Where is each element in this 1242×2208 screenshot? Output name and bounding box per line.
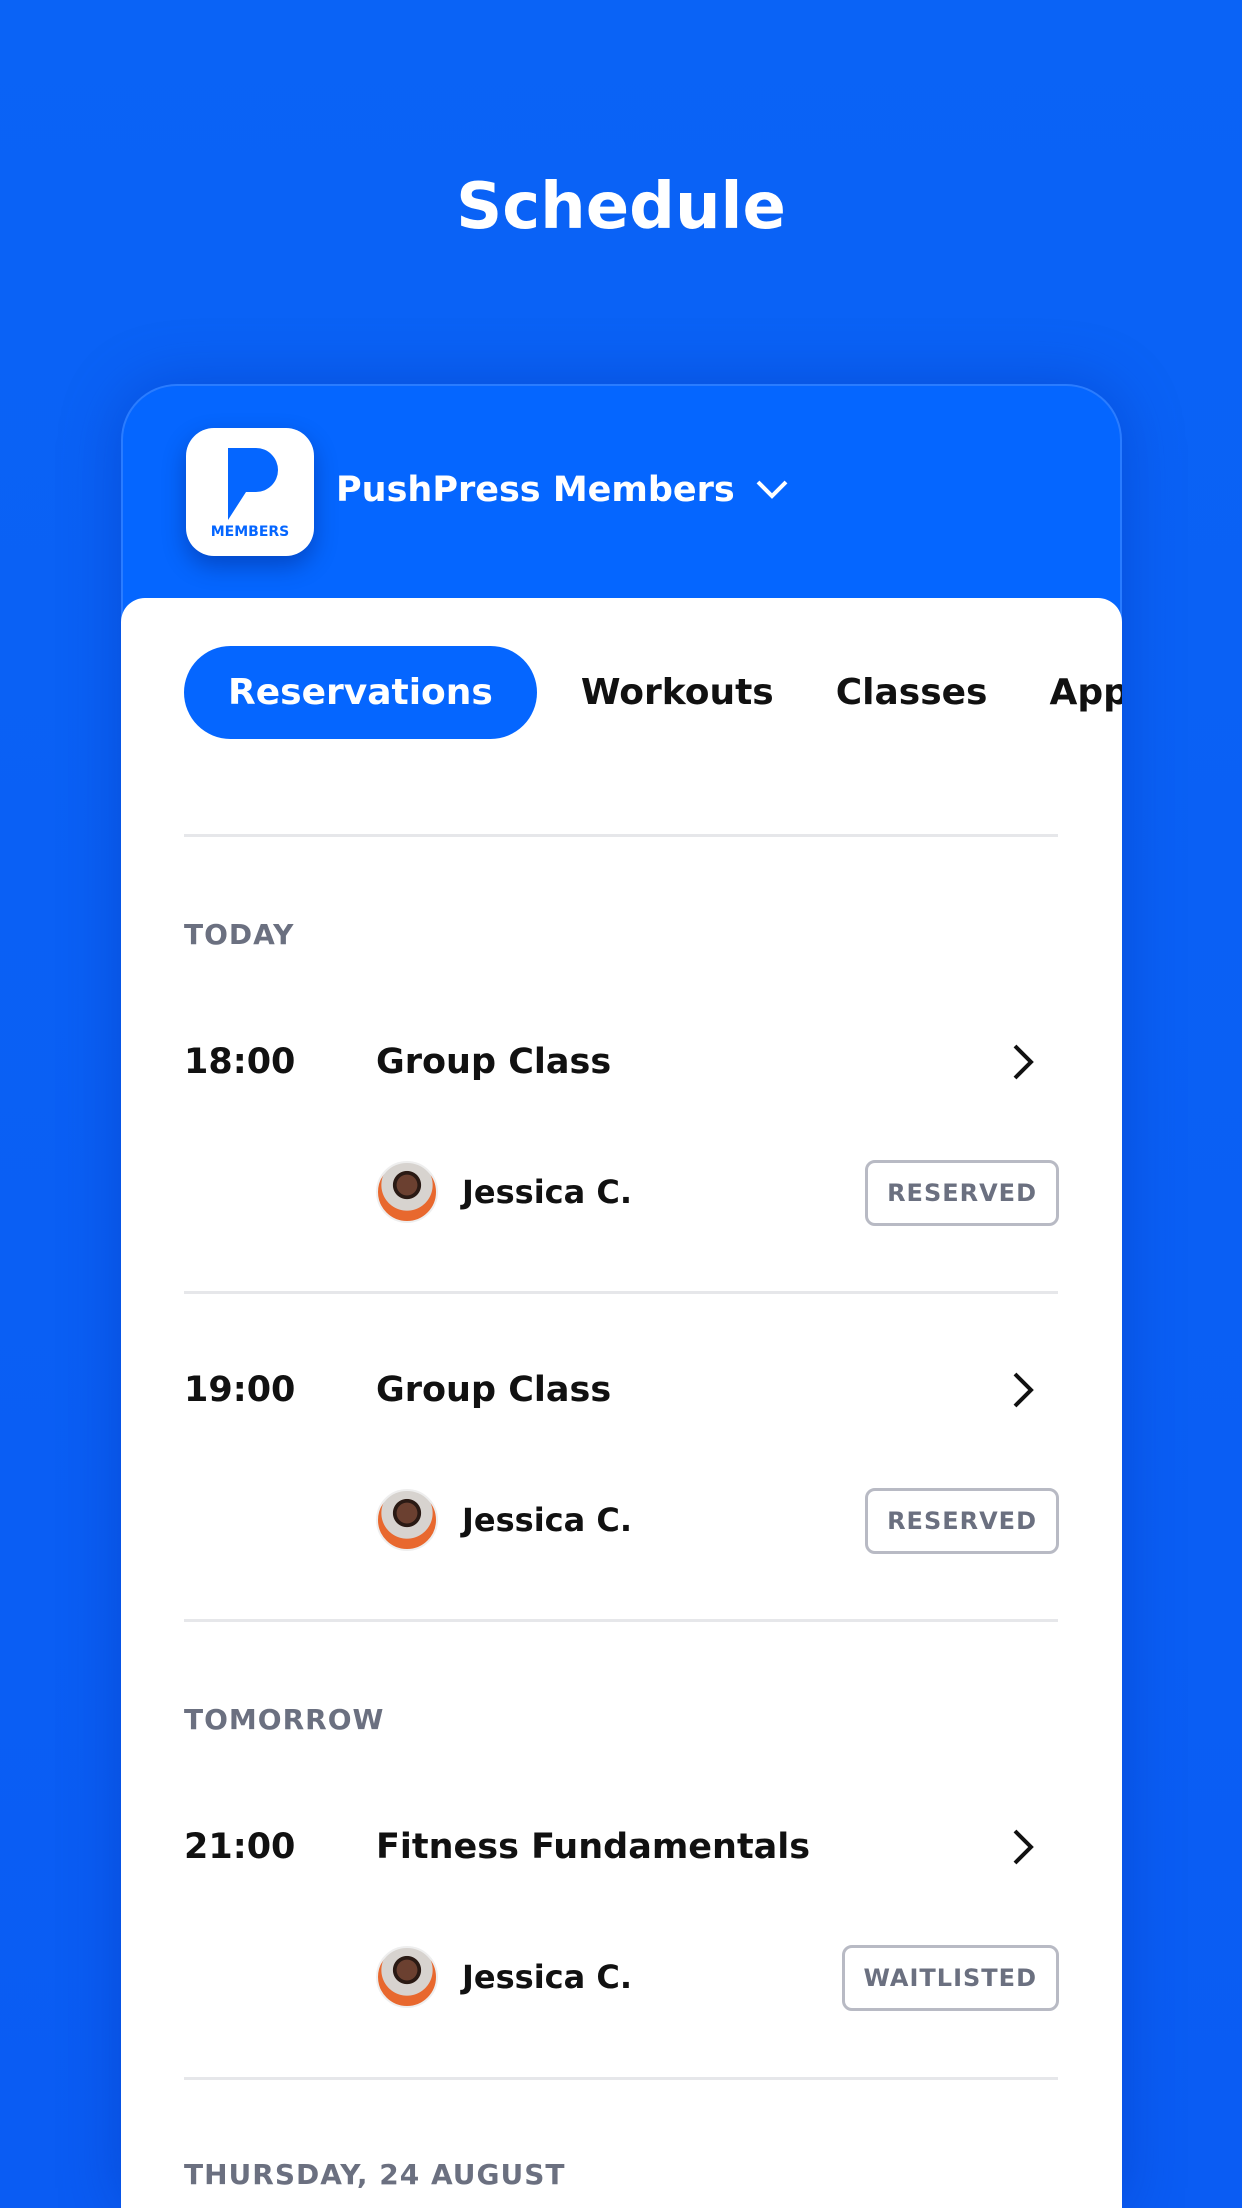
chevron-right-icon[interactable] bbox=[1011, 1043, 1035, 1081]
divider bbox=[184, 1619, 1058, 1622]
logo-text: MEMBERS bbox=[210, 524, 290, 540]
member-name: Jessica C. bbox=[462, 1501, 633, 1539]
class-name: Group Class bbox=[376, 1370, 612, 1410]
chevron-right-icon[interactable] bbox=[1011, 1828, 1035, 1866]
page-title: Schedule bbox=[456, 170, 786, 244]
tab-reservations[interactable]: Reservations bbox=[184, 646, 537, 739]
app-switcher-label[interactable]: PushPress Members bbox=[336, 470, 735, 510]
chevron-right-icon[interactable] bbox=[1011, 1371, 1035, 1409]
divider bbox=[184, 834, 1058, 837]
tab-bar: Reservations Workouts Classes Appointmen… bbox=[184, 646, 1122, 739]
tab-classes[interactable]: Classes bbox=[836, 672, 988, 713]
status-badge: RESERVED bbox=[865, 1160, 1059, 1226]
class-name: Fitness Fundamentals bbox=[376, 1827, 811, 1867]
divider bbox=[184, 1291, 1058, 1294]
avatar bbox=[376, 1489, 438, 1551]
section-thursday: THURSDAY, 24 AUGUST bbox=[184, 2158, 566, 2191]
chevron-down-icon[interactable] bbox=[755, 478, 789, 500]
member-name: Jessica C. bbox=[462, 1173, 633, 1211]
tab-appointments[interactable]: Appointments bbox=[1050, 672, 1123, 713]
status-badge: RESERVED bbox=[865, 1488, 1059, 1554]
class-time: 19:00 bbox=[184, 1370, 296, 1410]
class-time: 21:00 bbox=[184, 1827, 296, 1867]
section-today: TODAY bbox=[184, 918, 295, 951]
avatar bbox=[376, 1161, 438, 1223]
app-logo: MEMBERS bbox=[186, 428, 314, 556]
class-time: 18:00 bbox=[184, 1042, 296, 1082]
section-tomorrow: TOMORROW bbox=[184, 1703, 385, 1736]
member-name: Jessica C. bbox=[462, 1958, 633, 1996]
divider bbox=[184, 2077, 1058, 2080]
tab-workouts[interactable]: Workouts bbox=[581, 672, 774, 713]
avatar bbox=[376, 1946, 438, 2008]
schedule-panel: Reservations Workouts Classes Appointmen… bbox=[121, 598, 1122, 2208]
class-name: Group Class bbox=[376, 1042, 612, 1082]
status-badge: WAITLISTED bbox=[841, 1945, 1059, 2011]
app-card: MEMBERS PushPress Members Reservations W… bbox=[121, 384, 1122, 2208]
